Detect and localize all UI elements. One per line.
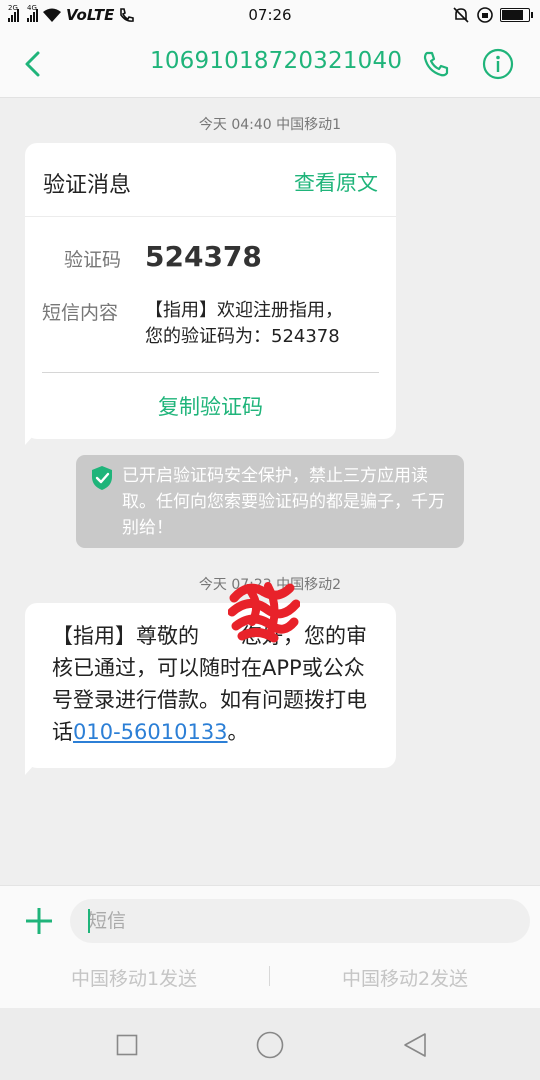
add-attachment-button[interactable] <box>22 904 56 938</box>
battery-icon <box>500 8 533 22</box>
info-icon <box>482 48 514 80</box>
copy-code-button[interactable]: 复制验证码 <box>25 391 396 421</box>
send-sim1-button[interactable]: 中国移动1发送 <box>0 964 268 991</box>
status-bar: 2G 4G VoLTE 07:26 <box>0 0 540 30</box>
phone-number-link[interactable]: 010-56010133 <box>73 720 228 744</box>
mute-bell-icon <box>453 7 469 23</box>
message-bubble: 【指用】尊敬的用户您好，您的审核已通过，可以随时在APP或公众号登录进行借款。如… <box>25 603 396 768</box>
navigation-bar <box>0 1008 540 1080</box>
card-title: 验证消息 <box>43 173 132 198</box>
sms-content-line: 【指用】欢迎注册指用， <box>145 300 343 321</box>
sms-input[interactable] <box>70 899 530 943</box>
sms-content-line: 您的验证码为：524378 <box>145 326 340 347</box>
verification-code: 524378 <box>145 240 262 273</box>
security-notice: 已开启验证码安全保护，禁止三方应用读取。任何向您索要验证码的都是骗子，千万别给！ <box>76 455 464 548</box>
message-text: 。 <box>227 720 249 744</box>
square-icon <box>116 1034 138 1056</box>
compose-bar: 中国移动1发送 中国移动2发送 <box>0 885 540 1008</box>
chevron-left-icon <box>25 51 40 77</box>
rotation-lock-icon <box>477 7 493 23</box>
send-options: 中国移动1发送 中国移动2发送 <box>0 956 540 996</box>
plus-icon <box>26 908 52 934</box>
code-label: 验证码 <box>64 249 122 271</box>
content-label: 短信内容 <box>42 302 119 324</box>
shield-check-icon <box>92 466 112 490</box>
triangle-left-icon <box>404 1033 426 1057</box>
call-button[interactable] <box>418 44 454 84</box>
back-nav-button[interactable] <box>398 1028 432 1062</box>
conversation-header: 10691018720321040 <box>0 30 540 98</box>
divider <box>42 372 379 373</box>
phone-icon <box>423 51 449 77</box>
recents-button[interactable] <box>110 1028 144 1062</box>
redaction-scribble <box>228 582 300 643</box>
divider <box>25 216 396 217</box>
back-button[interactable] <box>14 44 50 84</box>
battery-level <box>502 10 523 20</box>
notice-text: 已开启验证码安全保护，禁止三方应用读取。任何向您索要验证码的都是骗子，千万别给！ <box>122 466 445 538</box>
send-sim2-button[interactable]: 中国移动2发送 <box>270 964 540 991</box>
sender-number: 10691018720321040 <box>150 48 403 74</box>
message-timestamp: 今天 04:40 中国移动1 <box>198 117 342 133</box>
text-cursor <box>88 909 90 933</box>
home-button[interactable] <box>253 1028 287 1062</box>
info-button[interactable] <box>480 44 516 84</box>
view-original-button[interactable]: 查看原文 <box>294 167 378 197</box>
circle-icon <box>256 1031 284 1059</box>
message-text: 【指用】尊敬的 <box>52 624 199 648</box>
sms-content: 【指用】欢迎注册指用， 您的验证码为：524378 <box>145 298 385 350</box>
status-bar-right <box>452 6 533 24</box>
verification-card: 验证消息 查看原文 验证码 524378 短信内容 【指用】欢迎注册指用， 您的… <box>25 143 396 439</box>
